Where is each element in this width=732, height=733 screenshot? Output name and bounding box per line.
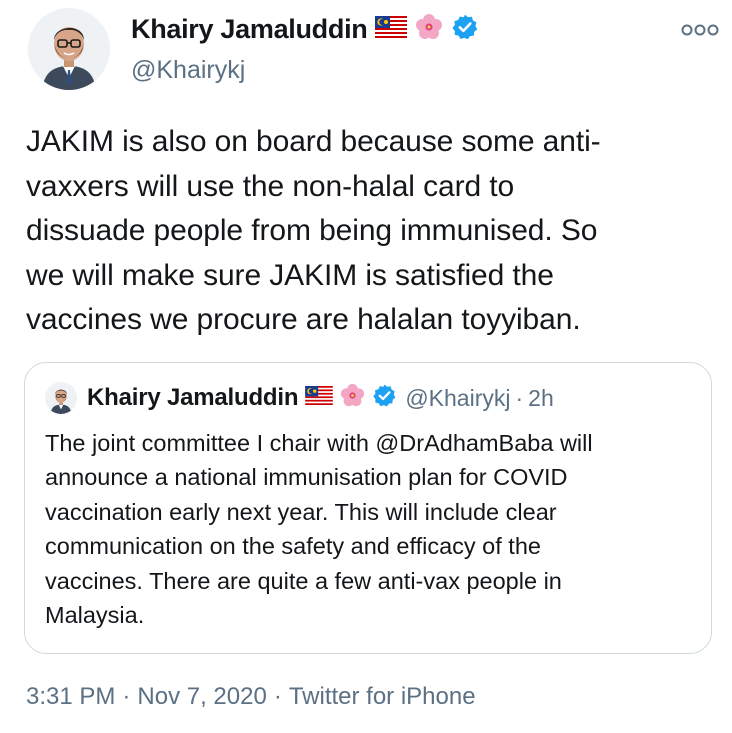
- quoted-author-handle: @Khairykj: [405, 384, 511, 411]
- author-handle[interactable]: @Khairykj: [131, 56, 660, 85]
- quoted-tweet-header: Khairy Jamaluddin @Khairykj · 2h: [45, 381, 554, 415]
- tweet-text: JAKIM is also on board because some anti…: [26, 125, 601, 336]
- quoted-author-avatar: [45, 382, 77, 414]
- verified-icon: [372, 383, 397, 413]
- quoted-author-display-name: Khairy Jamaluddin: [87, 384, 299, 411]
- tweet-time[interactable]: 3:31 PM: [26, 683, 115, 710]
- quoted-tweet-card[interactable]: Khairy Jamaluddin @Khairykj · 2h The joi…: [24, 362, 712, 654]
- author-avatar[interactable]: [28, 8, 110, 90]
- cartoon-avatar-icon: [45, 382, 77, 414]
- hibiscus-icon: [340, 383, 365, 413]
- quoted-tweet-text: The joint committee I chair with @DrAdha…: [45, 430, 593, 629]
- more-dots-icon[interactable]: [680, 22, 720, 38]
- cartoon-avatar-icon: [28, 8, 110, 90]
- tweet-source[interactable]: Twitter for iPhone: [289, 683, 476, 710]
- quoted-separator-dot: ·: [515, 384, 524, 411]
- hibiscus-icon: [415, 13, 443, 46]
- tweet-header: Khairy Jamaluddin @Khairykj: [28, 8, 720, 100]
- footer-separator-dot: ·: [122, 683, 131, 710]
- author-display-name[interactable]: Khairy Jamaluddin: [131, 14, 368, 45]
- footer-separator-dot: ·: [273, 683, 282, 710]
- author-name-row: Khairy Jamaluddin: [131, 12, 660, 46]
- tweet-footer: 3:31 PM · Nov 7, 2020 · Twitter for iPhone: [26, 683, 476, 711]
- tweet-date[interactable]: Nov 7, 2020: [137, 683, 266, 710]
- quoted-tweet-time[interactable]: 2h: [528, 385, 554, 412]
- author-name-block: Khairy Jamaluddin @Khairykj: [131, 12, 660, 85]
- malaysia-flag-icon: [305, 386, 334, 410]
- verified-icon: [451, 13, 479, 46]
- malaysia-flag-icon: [375, 15, 408, 43]
